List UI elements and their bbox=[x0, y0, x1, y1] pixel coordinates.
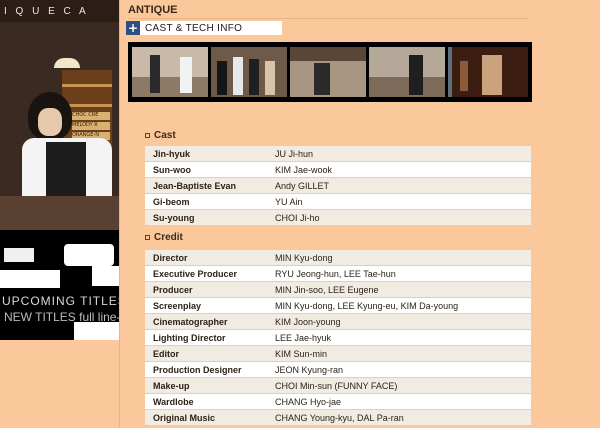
table-row: Jean-Baptiste Evan Andy GILLET bbox=[145, 178, 531, 194]
subhead-label: CAST & TECH INFO bbox=[145, 22, 243, 34]
upcoming-titles-banner[interactable]: UPCOMING TITLES NEW TITLES full line-up bbox=[0, 230, 120, 340]
table-row: Production Designer JEON Kyung-ran bbox=[145, 362, 531, 378]
table-row: Producer MIN Jin-soo, LEE Eugene bbox=[145, 282, 531, 298]
cake-image bbox=[64, 244, 114, 266]
credit-table: Director MIN Kyu-dong Executive Producer R… bbox=[145, 250, 531, 426]
title-rule bbox=[128, 18, 528, 19]
table-row: Wardlobe CHANG Hyo-jae bbox=[145, 394, 531, 410]
cast-tech-info-tab[interactable]: + CAST & TECH INFO bbox=[126, 21, 282, 35]
actor-vest bbox=[46, 142, 86, 204]
table-row: Original Music CHANG Young-kyu, DAL Pa-ra… bbox=[145, 410, 531, 426]
table-row: Executive Producer RYU Jeong-hun, LEE Tae… bbox=[145, 266, 531, 282]
plus-icon: + bbox=[126, 21, 140, 35]
table-row: Make-up CHOI Min-sun (FUNNY FACE) bbox=[145, 378, 531, 394]
table-row: Lighting Director LEE Jae-hyuk bbox=[145, 330, 531, 346]
left-column: I Q U E C A CHOC CRE MELODY R ORANGE-N U… bbox=[0, 0, 120, 428]
still-photo-2[interactable] bbox=[211, 47, 287, 97]
table-row: Sun-woo KIM Jae-wook bbox=[145, 162, 531, 178]
square-bullet-icon bbox=[145, 133, 150, 138]
movie-poster-image[interactable]: I Q U E C A CHOC CRE MELODY R ORANGE-N bbox=[0, 0, 120, 230]
credit-heading: Credit bbox=[145, 232, 183, 243]
table-row: Jin-hyuk JU Ji-hun bbox=[145, 146, 531, 162]
cast-heading: Cast bbox=[145, 130, 176, 141]
table-row: Cinematographer KIM Joon-young bbox=[145, 314, 531, 330]
shop-sign: I Q U E C A bbox=[0, 0, 120, 22]
cake-image bbox=[4, 248, 34, 262]
still-photo-6[interactable] bbox=[452, 47, 528, 97]
table-row: Screenplay MIN Kyu-dong, LEE Kyung-eu, KI… bbox=[145, 298, 531, 314]
upcoming-titles-text: UPCOMING TITLES bbox=[2, 294, 120, 308]
banner-block bbox=[92, 266, 120, 286]
lamp-shape bbox=[54, 58, 80, 68]
page-title: ANTIQUE bbox=[128, 4, 178, 16]
actor-face bbox=[38, 108, 62, 136]
still-photo-3[interactable] bbox=[290, 47, 366, 97]
column-divider bbox=[119, 0, 120, 428]
banner-block bbox=[0, 270, 60, 288]
menu-tag: CHOC CRE bbox=[72, 112, 110, 120]
square-bullet-icon bbox=[145, 235, 150, 240]
table-row: Gi-beom YU Ain bbox=[145, 194, 531, 210]
still-photo-1[interactable] bbox=[132, 47, 208, 97]
still-photo-4[interactable] bbox=[369, 47, 445, 97]
cast-table: Jin-hyuk JU Ji-hun Sun-woo KIM Jae-wook Je… bbox=[145, 146, 531, 226]
menu-tag: MELODY R bbox=[72, 122, 110, 130]
shelf-line bbox=[62, 84, 112, 87]
banner-block bbox=[74, 322, 120, 340]
counter-shape bbox=[0, 196, 120, 230]
table-row: Su-young CHOI Ji-ho bbox=[145, 210, 531, 226]
table-row: Director MIN Kyu-dong bbox=[145, 250, 531, 266]
table-row: Editor KIM Sun-min bbox=[145, 346, 531, 362]
